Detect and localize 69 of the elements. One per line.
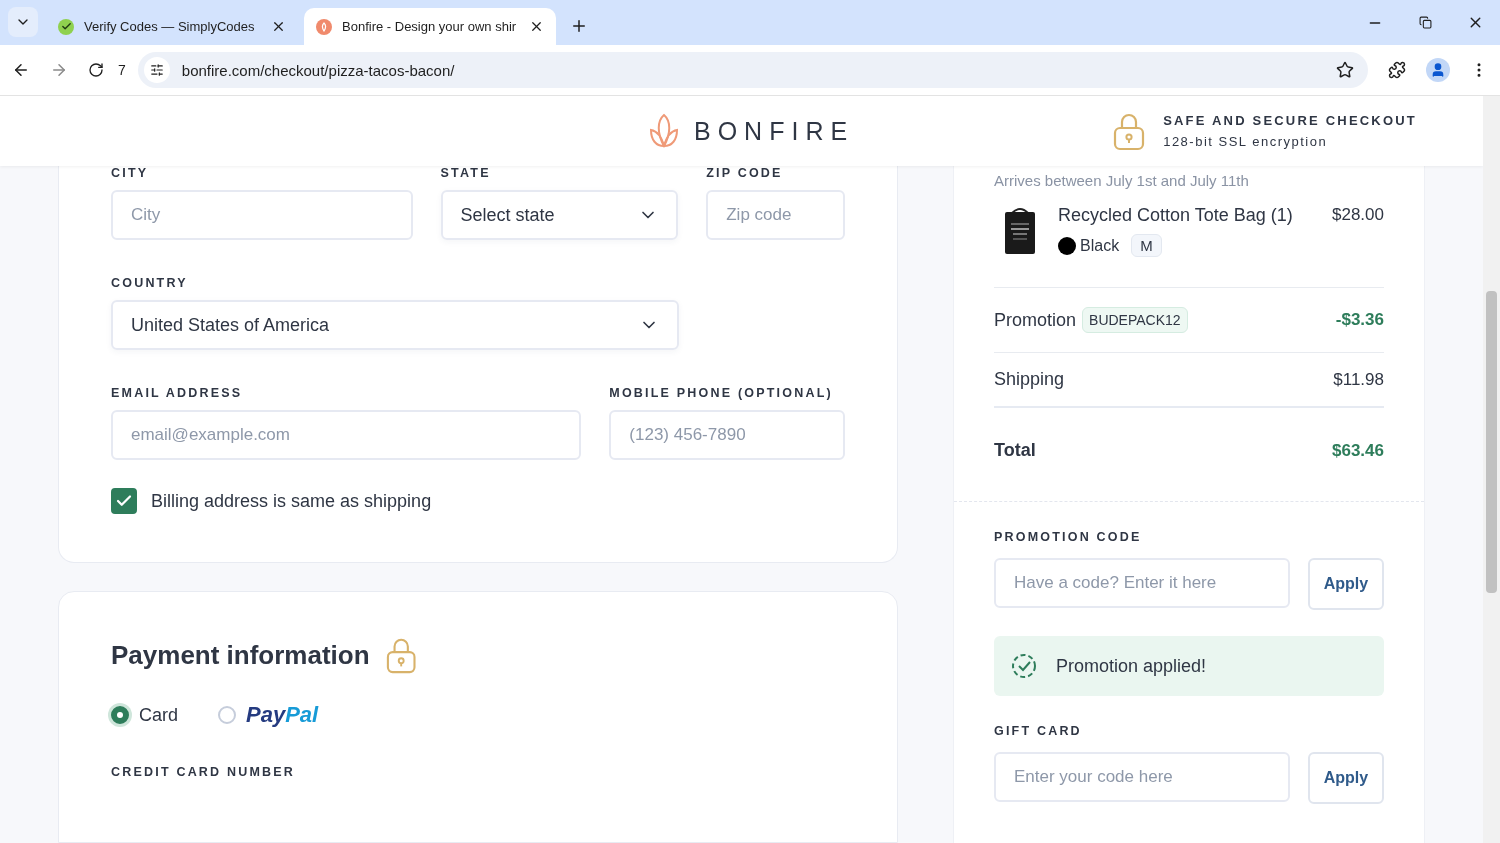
shipping-label: Shipping xyxy=(994,369,1065,390)
browser-tab[interactable]: Verify Codes — SimplyCodes xyxy=(46,8,298,45)
item-name: Recycled Cotton Tote Bag (1) xyxy=(1058,205,1293,226)
size-tag: M xyxy=(1131,234,1162,257)
flame-icon xyxy=(316,18,332,35)
shipping-amount: $11.98 xyxy=(1333,369,1384,390)
field-label: CITY xyxy=(111,166,150,180)
radio-label: Card xyxy=(139,704,178,726)
field-label: COUNTRY xyxy=(111,276,189,290)
section-title: Payment information xyxy=(111,639,370,671)
gift-card-field[interactable]: Enter your code here xyxy=(994,752,1290,802)
apply-button[interactable]: Apply xyxy=(1308,752,1384,804)
site-info-button[interactable] xyxy=(143,57,170,83)
brand-name: BONFIRE xyxy=(694,116,855,146)
star-icon[interactable] xyxy=(1336,61,1354,79)
tab-title: Bonfire - Design your own shir xyxy=(342,19,518,34)
total-amount: $63.46 xyxy=(1332,440,1384,461)
new-tab-icon[interactable] xyxy=(570,17,588,35)
field-label: PROMOTION CODE xyxy=(994,530,1143,544)
radio-button[interactable] xyxy=(111,706,129,724)
lock-icon xyxy=(385,636,416,674)
person-icon xyxy=(1430,62,1446,78)
flame-logo-icon xyxy=(648,113,680,149)
secure-title: SAFE AND SECURE CHECKOUT xyxy=(1163,113,1417,128)
browser-tab[interactable]: Bonfire - Design your own shir xyxy=(304,8,556,45)
tab-title: Verify Codes — SimplyCodes xyxy=(84,19,256,34)
close-icon[interactable] xyxy=(529,19,544,34)
address-bar[interactable]: bonfire.com/checkout/pizza-tacos-bacon/ xyxy=(137,52,1368,88)
restore-icon[interactable] xyxy=(1418,16,1432,29)
arrival-text: Arrives between July 1st and July 11th xyxy=(994,172,1250,189)
field-label: ZIP CODE xyxy=(706,166,784,180)
phone-field[interactable]: (123) 456-7890 xyxy=(609,410,845,460)
apply-button[interactable]: Apply xyxy=(1308,558,1384,610)
country-select[interactable]: United States of America xyxy=(111,300,679,350)
total-label: Total xyxy=(994,440,1036,461)
checkbox-label: Billing address is same as shipping xyxy=(151,490,432,512)
puzzle-icon[interactable] xyxy=(1388,61,1406,79)
tab-list-button[interactable] xyxy=(8,7,38,37)
field-label: GIFT CARD xyxy=(994,724,1083,738)
email-field[interactable]: email@example.com xyxy=(111,410,582,460)
profile-avatar[interactable] xyxy=(1426,58,1450,82)
zip-field[interactable]: Zip code xyxy=(706,190,845,240)
promo-applied-text: Promotion applied! xyxy=(1056,655,1207,677)
promotion-label: Promotion xyxy=(994,309,1077,331)
field-label: MOBILE PHONE (OPTIONAL) xyxy=(609,386,834,400)
city-field[interactable]: City xyxy=(111,190,413,240)
check-icon xyxy=(58,18,74,35)
tab-count: 7 xyxy=(118,62,126,78)
paypal-logo: PayPal xyxy=(246,702,319,728)
promo-code-tag: BUDEPACK12 xyxy=(1082,307,1188,333)
state-select[interactable]: Select state xyxy=(440,190,679,240)
secure-subtitle: 128-bit SSL encryption xyxy=(1163,134,1329,149)
checkbox[interactable] xyxy=(111,488,137,514)
sliders-icon xyxy=(149,63,164,77)
check-circle-icon xyxy=(1010,652,1038,680)
reload-icon[interactable] xyxy=(88,62,104,78)
field-label: EMAIL ADDRESS xyxy=(111,386,244,400)
discount-amount: -$3.36 xyxy=(1335,310,1384,330)
close-icon[interactable] xyxy=(271,19,286,34)
back-icon[interactable] xyxy=(12,61,30,79)
lock-icon xyxy=(1113,111,1146,151)
color-name: Black xyxy=(1080,236,1120,255)
field-label: CREDIT CARD NUMBER xyxy=(111,765,296,779)
field-label: STATE xyxy=(440,166,492,180)
forward-icon[interactable] xyxy=(50,61,68,79)
scrollbar[interactable] xyxy=(1483,96,1500,843)
promo-code-field[interactable]: Have a code? Enter it here xyxy=(994,558,1290,608)
url-text[interactable]: bonfire.com/checkout/pizza-tacos-bacon/ xyxy=(181,61,1324,79)
item-price: $28.00 xyxy=(1332,205,1384,226)
